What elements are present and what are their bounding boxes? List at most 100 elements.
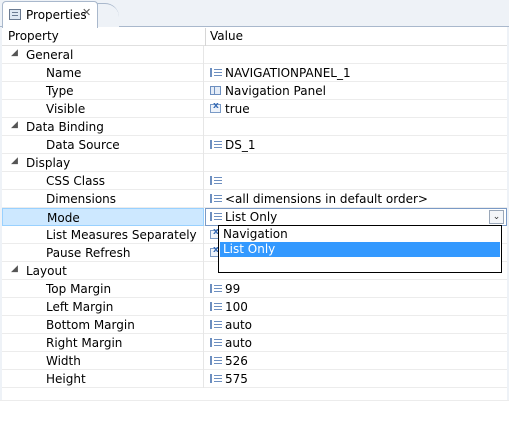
category-value-cell <box>205 154 507 172</box>
property-value: 526 <box>225 354 248 368</box>
property-row-data-source[interactable]: Data Source DS_1 <box>2 136 507 154</box>
tab-edge <box>97 3 119 27</box>
value-cell[interactable]: DS_1 <box>205 136 507 154</box>
property-row-css-class[interactable]: CSS Class <box>2 172 507 190</box>
value-cell[interactable]: Navigation Panel <box>205 82 507 100</box>
property-row-name[interactable]: Name NAVIGATIONPANEL_1 <box>2 64 507 82</box>
property-row-mode[interactable]: Mode List Only ⌄ <box>2 208 507 226</box>
property-name: Mode <box>47 211 80 225</box>
column-header-value[interactable]: Value <box>210 29 243 43</box>
list-icon <box>210 194 222 203</box>
list-icon <box>210 176 222 185</box>
property-row-dimensions[interactable]: Dimensions <all dimensions in default ord… <box>2 190 507 208</box>
property-value: DS_1 <box>225 138 256 152</box>
property-cell[interactable]: Top Margin <box>2 280 204 298</box>
property-cell[interactable]: List Measures Separately <box>2 226 204 244</box>
view-tab-bar: Properties ✕ <box>0 0 509 28</box>
value-cell[interactable]: true <box>205 100 507 118</box>
category-value-cell <box>205 46 507 64</box>
property-cell[interactable]: Right Margin <box>2 334 204 352</box>
property-value: NAVIGATIONPANEL_1 <box>225 66 351 80</box>
dropdown-option-navigation[interactable]: Navigation <box>220 227 500 242</box>
list-icon <box>210 374 222 383</box>
property-name: Width <box>46 354 81 368</box>
property-row-width[interactable]: Width 526 <box>2 352 507 370</box>
property-cell[interactable]: Type <box>2 82 204 100</box>
property-row-height[interactable]: Height 575 <box>2 370 507 388</box>
expand-twisty-icon[interactable]: ◢ <box>11 264 18 274</box>
property-name: Pause Refresh <box>46 246 131 260</box>
list-icon <box>210 284 222 293</box>
category-row-display[interactable]: ◢ Display <box>2 154 507 172</box>
property-name: CSS Class <box>46 174 105 188</box>
list-icon <box>210 140 222 149</box>
chevron-down-icon[interactable]: ⌄ <box>489 210 504 224</box>
property-cell[interactable]: Visible <box>2 100 204 118</box>
value-cell[interactable]: <all dimensions in default order> <box>205 190 507 208</box>
value-cell[interactable] <box>205 172 507 190</box>
expand-twisty-icon[interactable]: ◢ <box>11 156 18 166</box>
property-name: Data Source <box>46 138 120 152</box>
value-cell[interactable]: NAVIGATIONPANEL_1 <box>205 64 507 82</box>
property-cell[interactable]: ◢ General <box>2 46 204 64</box>
value-cell[interactable]: 575 <box>205 370 507 388</box>
property-row-left-margin[interactable]: Left Margin 100 <box>2 298 507 316</box>
table-header: Property Value <box>2 28 507 46</box>
property-cell[interactable]: ◢ Display <box>2 154 204 172</box>
expand-twisty-icon[interactable]: ◢ <box>11 48 18 58</box>
property-cell[interactable]: Mode <box>2 208 204 226</box>
mode-dropdown-list: Navigation List Only <box>218 225 502 273</box>
list-icon <box>210 302 222 311</box>
category-value-cell <box>205 118 507 136</box>
property-value: Navigation Panel <box>225 84 326 98</box>
expand-twisty-icon[interactable]: ◢ <box>11 120 18 130</box>
value-cell[interactable]: auto <box>205 316 507 334</box>
close-icon[interactable]: ✕ <box>82 6 91 19</box>
property-cell[interactable]: Left Margin <box>2 298 204 316</box>
value-cell[interactable]: 100 <box>205 298 507 316</box>
property-row-top-margin[interactable]: Top Margin 99 <box>2 280 507 298</box>
property-value: auto <box>225 336 253 350</box>
properties-icon <box>9 9 21 20</box>
property-name: Right Margin <box>46 336 123 350</box>
property-value: 99 <box>225 282 241 296</box>
property-grid: ◢ General Name NAVIGATIONPANEL_1 Type Navigat… <box>2 46 507 388</box>
mode-combo[interactable]: List Only ⌄ <box>205 208 507 226</box>
property-cell[interactable]: Name <box>2 64 204 82</box>
property-value: true <box>225 102 250 116</box>
column-header-property[interactable]: Property <box>8 29 59 43</box>
property-name: Type <box>46 84 74 98</box>
value-cell[interactable]: 99 <box>205 280 507 298</box>
property-name: Dimensions <box>46 192 117 206</box>
property-row-type[interactable]: Type Navigation Panel <box>2 82 507 100</box>
property-row-bottom-margin[interactable]: Bottom Margin auto <box>2 316 507 334</box>
property-name: Name <box>46 66 82 80</box>
empty-area <box>0 400 509 422</box>
property-row-visible[interactable]: Visible true <box>2 100 507 118</box>
property-cell[interactable]: Height <box>2 370 204 388</box>
property-cell[interactable]: Bottom Margin <box>2 316 204 334</box>
property-name: Top Margin <box>46 282 112 296</box>
property-value: 575 <box>225 372 248 386</box>
category-row-general[interactable]: ◢ General <box>2 46 507 64</box>
property-cell[interactable]: ◢ Layout <box>2 262 204 280</box>
property-name: Data Binding <box>26 120 104 134</box>
property-cell[interactable]: Pause Refresh <box>2 244 204 262</box>
category-row-data-binding[interactable]: ◢ Data Binding <box>2 118 507 136</box>
property-name: Layout <box>26 264 67 278</box>
property-row-right-margin[interactable]: Right Margin auto <box>2 334 507 352</box>
property-cell[interactable]: ◢ Data Binding <box>2 118 204 136</box>
column-divider[interactable] <box>205 28 206 46</box>
property-name: Left Margin <box>46 300 114 314</box>
property-cell[interactable]: CSS Class <box>2 172 204 190</box>
property-value: <all dimensions in default order> <box>225 192 428 206</box>
property-name: Bottom Margin <box>46 318 135 332</box>
value-cell[interactable]: auto <box>205 334 507 352</box>
tab-properties[interactable]: Properties ✕ <box>2 1 98 28</box>
property-name: General <box>26 48 74 62</box>
property-cell[interactable]: Data Source <box>2 136 204 154</box>
property-cell[interactable]: Width <box>2 352 204 370</box>
value-cell[interactable]: 526 <box>205 352 507 370</box>
property-cell[interactable]: Dimensions <box>2 190 204 208</box>
dropdown-option-list-only[interactable]: List Only <box>220 242 500 257</box>
